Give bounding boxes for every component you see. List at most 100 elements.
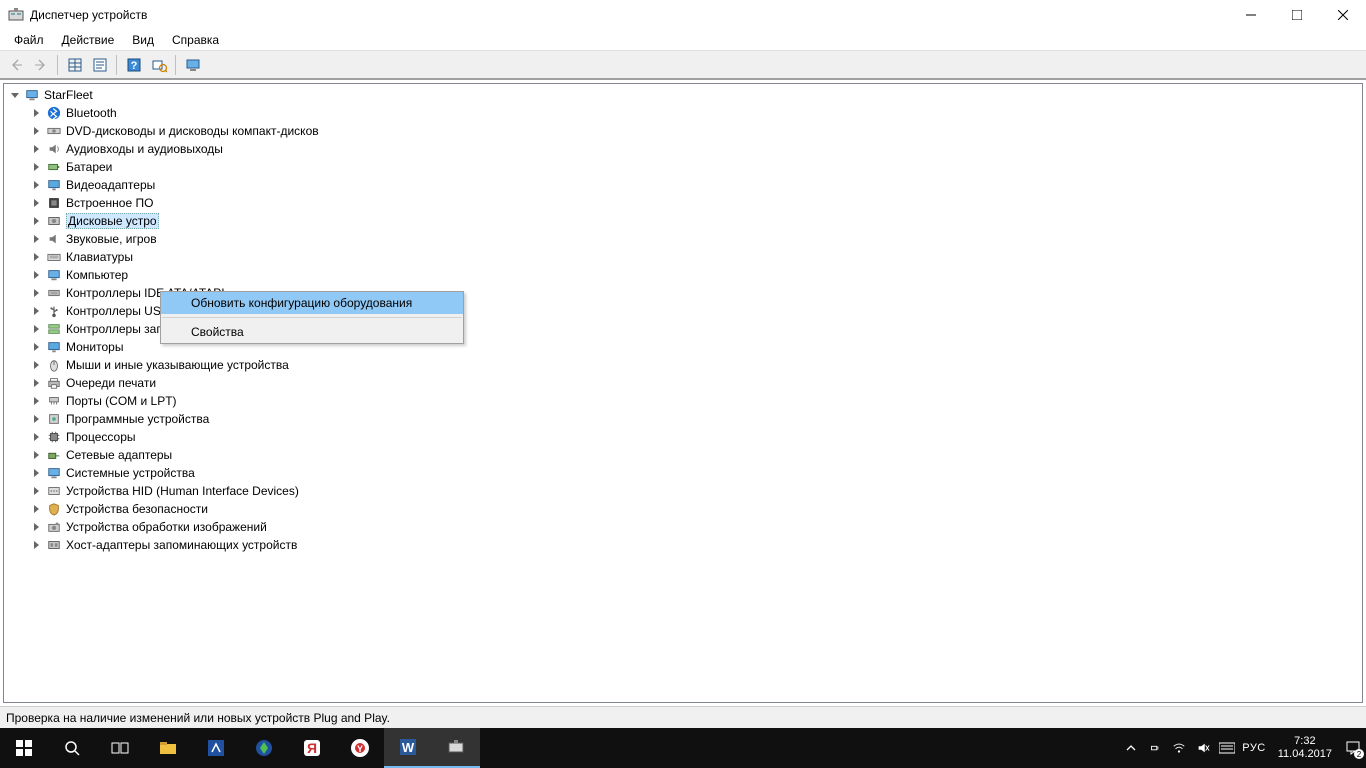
tree-item[interactable]: Программные устройства <box>4 410 1366 428</box>
collapse-icon[interactable] <box>8 89 21 102</box>
tree-item[interactable]: Bluetooth <box>4 104 1366 122</box>
toolbar-grid-icon[interactable] <box>63 54 86 76</box>
tree-item-label: Процессоры <box>66 430 136 444</box>
audio-io-icon <box>46 141 62 157</box>
tree-item[interactable]: Устройства обработки изображений <box>4 518 1366 536</box>
expand-icon[interactable] <box>30 233 43 246</box>
tree-item[interactable]: Очереди печати <box>4 374 1366 392</box>
expand-icon[interactable] <box>30 323 43 336</box>
tree-item[interactable]: Батареи <box>4 158 1366 176</box>
tree-item-label: Клавиатуры <box>66 250 133 264</box>
status-text: Проверка на наличие изменений или новых … <box>6 711 390 725</box>
tree-item[interactable]: Процессоры <box>4 428 1366 446</box>
expand-icon[interactable] <box>30 395 43 408</box>
tree-item-label: Батареи <box>66 160 112 174</box>
disk-drive-icon <box>46 213 62 229</box>
ctx-properties[interactable]: Свойства <box>161 321 463 343</box>
tree-item[interactable]: Встроенное ПО <box>4 194 1366 212</box>
expand-icon[interactable] <box>30 341 43 354</box>
taskbar-app-antivirus[interactable] <box>240 728 288 768</box>
toolbar-separator <box>116 55 117 75</box>
task-view-button[interactable] <box>96 728 144 768</box>
tray-keyboard-icon[interactable] <box>1218 739 1236 757</box>
tree-item[interactable]: Устройства HID (Human Interface Devices) <box>4 482 1366 500</box>
nav-forward-button[interactable] <box>29 54 52 76</box>
tree-item[interactable]: Сетевые адаптеры <box>4 446 1366 464</box>
tree-item[interactable]: Системные устройства <box>4 464 1366 482</box>
storage-controller-icon <box>46 321 62 337</box>
search-button[interactable] <box>48 728 96 768</box>
tray-clock[interactable]: 7:32 11.04.2017 <box>1272 735 1338 761</box>
expand-icon[interactable] <box>30 539 43 552</box>
taskbar-app-explorer[interactable] <box>144 728 192 768</box>
expand-icon[interactable] <box>30 467 43 480</box>
taskbar-app-yandex-browser[interactable]: Y <box>336 728 384 768</box>
tray-wifi-icon[interactable] <box>1170 739 1188 757</box>
tree-item[interactable]: Аудиовходы и аудиовыходы <box>4 140 1366 158</box>
expand-icon[interactable] <box>30 107 43 120</box>
expand-icon[interactable] <box>30 431 43 444</box>
toolbar-scan-icon[interactable] <box>147 54 170 76</box>
expand-icon[interactable] <box>30 305 43 318</box>
expand-icon[interactable] <box>30 413 43 426</box>
expand-icon[interactable] <box>30 449 43 462</box>
expand-icon[interactable] <box>30 377 43 390</box>
tree-item-label: Встроенное ПО <box>66 196 153 210</box>
expand-icon[interactable] <box>30 359 43 372</box>
menu-action[interactable]: Действие <box>54 32 123 48</box>
tree-item[interactable]: Мыши и иные указывающие устройства <box>4 356 1366 374</box>
expand-icon[interactable] <box>30 521 43 534</box>
expand-icon[interactable] <box>30 251 43 264</box>
expand-icon[interactable] <box>30 143 43 156</box>
tree-item-label: Устройства HID (Human Interface Devices) <box>66 484 299 498</box>
tree-item[interactable]: Звуковые, игров <box>4 230 1366 248</box>
ctx-scan-hardware[interactable]: Обновить конфигурацию оборудования <box>161 292 463 314</box>
taskbar-app-yandex-disk[interactable] <box>192 728 240 768</box>
minimize-button[interactable] <box>1228 0 1274 30</box>
system-device-icon <box>46 465 62 481</box>
tree-item[interactable]: Клавиатуры <box>4 248 1366 266</box>
context-menu: Обновить конфигурацию оборудования Свойс… <box>160 291 464 344</box>
toolbar-computer-icon[interactable] <box>181 54 204 76</box>
tree-item-label: Дисковые устро <box>66 213 159 229</box>
maximize-button[interactable] <box>1274 0 1320 30</box>
tray-language[interactable]: РУС <box>1242 742 1266 754</box>
svg-text:Y: Y <box>357 744 363 754</box>
tray-power-icon[interactable] <box>1146 739 1164 757</box>
menu-file[interactable]: Файл <box>6 32 52 48</box>
expand-icon[interactable] <box>30 269 43 282</box>
taskbar-app-yandex-search[interactable]: Я <box>288 728 336 768</box>
tree-root-label: StarFleet <box>44 88 93 102</box>
tree-item-selected[interactable]: Дисковые устро <box>4 212 1366 230</box>
nav-back-button[interactable] <box>4 54 27 76</box>
tree-item[interactable]: Порты (COM и LPT) <box>4 392 1366 410</box>
start-button[interactable] <box>0 728 48 768</box>
taskbar-app-device-manager[interactable] <box>432 728 480 768</box>
expand-icon[interactable] <box>30 125 43 138</box>
expand-icon[interactable] <box>30 215 43 228</box>
expand-icon[interactable] <box>30 503 43 516</box>
expand-icon[interactable] <box>30 197 43 210</box>
tree-item[interactable]: Устройства безопасности <box>4 500 1366 518</box>
expand-icon[interactable] <box>30 179 43 192</box>
tree-item[interactable]: DVD-дисководы и дисководы компакт-дисков <box>4 122 1366 140</box>
tray-action-center-icon[interactable]: 2 <box>1344 739 1362 757</box>
menu-view[interactable]: Вид <box>124 32 162 48</box>
toolbar-help-icon[interactable]: ? <box>122 54 145 76</box>
usb-icon <box>46 303 62 319</box>
expand-icon[interactable] <box>30 485 43 498</box>
expand-icon[interactable] <box>30 161 43 174</box>
tray-chevron-up-icon[interactable] <box>1122 739 1140 757</box>
expand-icon[interactable] <box>30 287 43 300</box>
menu-help[interactable]: Справка <box>164 32 227 48</box>
tree-item[interactable]: Хост-адаптеры запоминающих устройств <box>4 536 1366 554</box>
tree-item-label: Мониторы <box>66 340 123 354</box>
close-button[interactable] <box>1320 0 1366 30</box>
tree-item-label: Аудиовходы и аудиовыходы <box>66 142 223 156</box>
tree-root[interactable]: StarFleet <box>4 86 1366 104</box>
tray-volume-icon[interactable] <box>1194 739 1212 757</box>
tree-item[interactable]: Компьютер <box>4 266 1366 284</box>
toolbar-properties-icon[interactable] <box>88 54 111 76</box>
taskbar-app-word[interactable]: W <box>384 728 432 768</box>
tree-item[interactable]: Видеоадаптеры <box>4 176 1366 194</box>
